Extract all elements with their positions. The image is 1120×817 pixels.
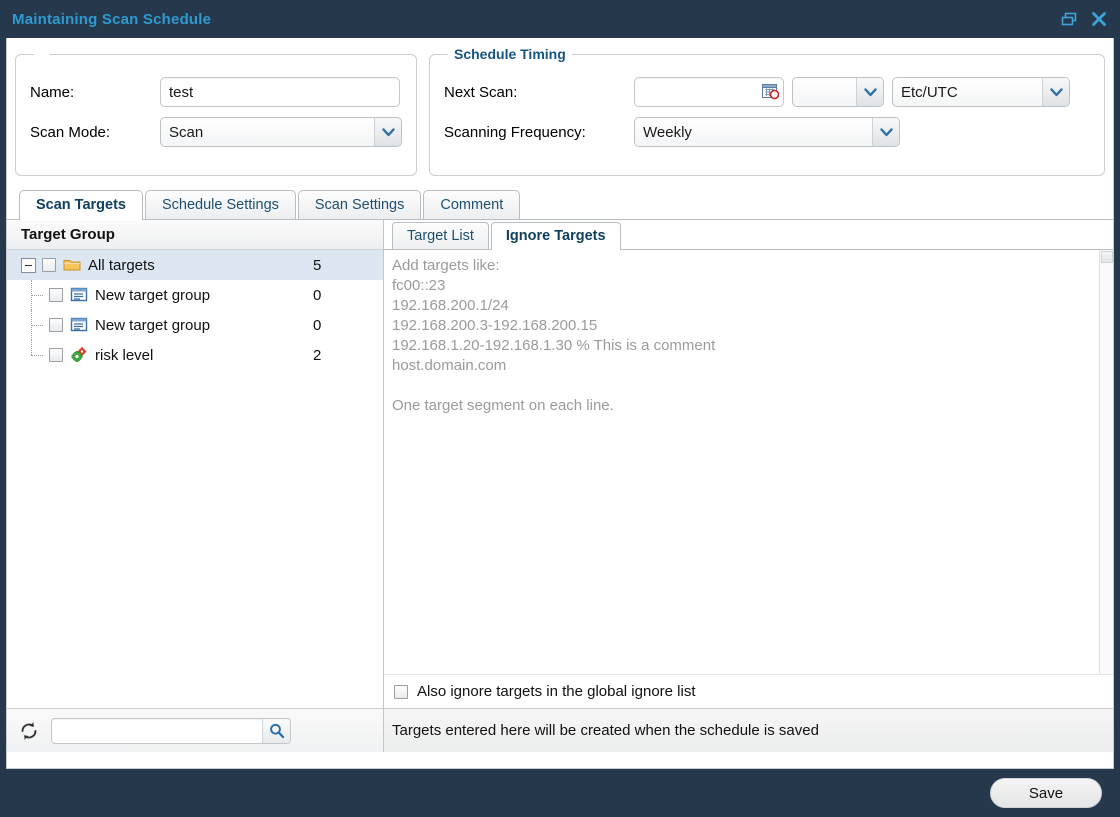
chevron-down-icon xyxy=(872,118,899,146)
general-fieldset: Name: Scan Mode: Scan xyxy=(15,46,417,176)
chevron-down-icon xyxy=(1042,78,1069,106)
status-bar: Targets entered here will be created whe… xyxy=(384,708,1113,752)
chevron-down-icon xyxy=(856,78,883,106)
textarea-scrollbar[interactable] xyxy=(1099,250,1113,674)
tree-count: 5 xyxy=(313,257,383,274)
ignore-targets-textarea[interactable] xyxy=(384,250,1113,674)
tree-branch-connector xyxy=(31,325,43,327)
tree-branch-line xyxy=(31,340,33,355)
collapse-toggle-icon[interactable] xyxy=(21,258,36,273)
calendar-icon[interactable] xyxy=(762,83,779,100)
tab-ignore-targets[interactable]: Ignore Targets xyxy=(491,222,621,250)
tree-row-new-target-group-1[interactable]: New target group 0 xyxy=(7,280,383,310)
name-input[interactable] xyxy=(160,77,400,107)
tree-checkbox[interactable] xyxy=(49,288,63,302)
tab-comment[interactable]: Comment xyxy=(423,190,520,219)
targets-panel: Target List Ignore Targets Also ignore t… xyxy=(384,220,1113,752)
tree-count: 0 xyxy=(313,317,383,334)
target-subtabs: Target List Ignore Targets xyxy=(384,220,1113,250)
close-icon[interactable] xyxy=(1090,10,1108,28)
dialog-body: Name: Scan Mode: Scan Schedule Timing xyxy=(6,38,1114,769)
name-label: Name: xyxy=(30,84,160,101)
next-scan-date-wrapper xyxy=(634,77,784,107)
window-controls xyxy=(1060,10,1120,28)
tree-branch-connector xyxy=(31,355,43,357)
schedule-timing-fieldset: Schedule Timing Next Scan: xyxy=(429,46,1105,176)
scan-mode-label: Scan Mode: xyxy=(30,124,160,141)
tab-scan-targets[interactable]: Scan Targets xyxy=(19,190,143,220)
general-legend xyxy=(34,46,50,62)
tree-row-all-targets[interactable]: All targets 5 xyxy=(7,250,383,280)
next-scan-row: Next Scan: xyxy=(444,72,1090,112)
refresh-icon[interactable] xyxy=(17,719,41,743)
tree-row-new-target-group-2[interactable]: New target group 0 xyxy=(7,310,383,340)
folder-icon xyxy=(63,257,81,273)
target-group-panel: Target Group All targets 5 xyxy=(7,220,384,752)
dialog-window: Maintaining Scan Schedule Name: xyxy=(0,0,1120,817)
next-scan-label: Next Scan: xyxy=(444,84,634,101)
global-ignore-checkbox[interactable] xyxy=(394,685,408,699)
list-icon xyxy=(70,287,88,303)
top-form-area: Name: Scan Mode: Scan Schedule Timing xyxy=(7,38,1113,186)
chevron-down-icon xyxy=(374,118,401,146)
dialog-footer: Save xyxy=(0,769,1120,817)
tab-target-list[interactable]: Target List xyxy=(392,222,489,249)
tab-scan-settings[interactable]: Scan Settings xyxy=(298,190,421,219)
tree-label: risk level xyxy=(95,347,313,364)
frequency-value: Weekly xyxy=(635,124,872,141)
scan-mode-select[interactable]: Scan xyxy=(160,117,402,147)
scan-mode-value: Scan xyxy=(161,124,374,141)
search-icon[interactable] xyxy=(262,719,290,743)
tree-search xyxy=(51,718,291,744)
search-input[interactable] xyxy=(51,718,291,744)
global-ignore-label: Also ignore targets in the global ignore… xyxy=(417,683,696,700)
name-row: Name: xyxy=(30,72,402,112)
tree-branch-connector xyxy=(31,295,43,297)
list-icon xyxy=(70,317,88,333)
tree-count: 2 xyxy=(313,347,383,364)
tree-checkbox[interactable] xyxy=(49,348,63,362)
tree-footer xyxy=(7,708,383,752)
gear-icon xyxy=(70,347,88,363)
save-button[interactable]: Save xyxy=(990,778,1102,808)
timezone-value: Etc/UTC xyxy=(893,84,1042,101)
tree-label: New target group xyxy=(95,317,313,334)
title-bar: Maintaining Scan Schedule xyxy=(0,0,1120,38)
main-tabs: Scan Targets Schedule Settings Scan Sett… xyxy=(7,190,1113,220)
schedule-timing-legend: Schedule Timing xyxy=(448,46,572,62)
tree-row-risk-level[interactable]: risk level 2 xyxy=(7,340,383,370)
tree-label: New target group xyxy=(95,287,313,304)
timezone-select[interactable]: Etc/UTC xyxy=(892,77,1070,107)
ignore-targets-area xyxy=(384,250,1113,674)
tree-count: 0 xyxy=(313,287,383,304)
next-scan-time-select[interactable] xyxy=(792,77,884,107)
content-panes: Target Group All targets 5 xyxy=(7,220,1113,752)
target-group-header: Target Group xyxy=(7,220,383,250)
frequency-row: Scanning Frequency: Weekly xyxy=(444,112,1090,152)
restore-window-icon[interactable] xyxy=(1060,10,1078,28)
tab-schedule-settings[interactable]: Schedule Settings xyxy=(145,190,296,219)
scan-mode-row: Scan Mode: Scan xyxy=(30,112,402,152)
tree-checkbox[interactable] xyxy=(49,318,63,332)
page-title: Maintaining Scan Schedule xyxy=(0,11,211,28)
target-group-tree[interactable]: All targets 5 xyxy=(7,250,383,708)
frequency-select[interactable]: Weekly xyxy=(634,117,900,147)
frequency-label: Scanning Frequency: xyxy=(444,124,634,141)
global-ignore-row: Also ignore targets in the global ignore… xyxy=(384,674,1113,708)
tree-checkbox[interactable] xyxy=(42,258,56,272)
tree-label: All targets xyxy=(88,257,313,274)
scrollbar-thumb[interactable] xyxy=(1101,251,1113,263)
